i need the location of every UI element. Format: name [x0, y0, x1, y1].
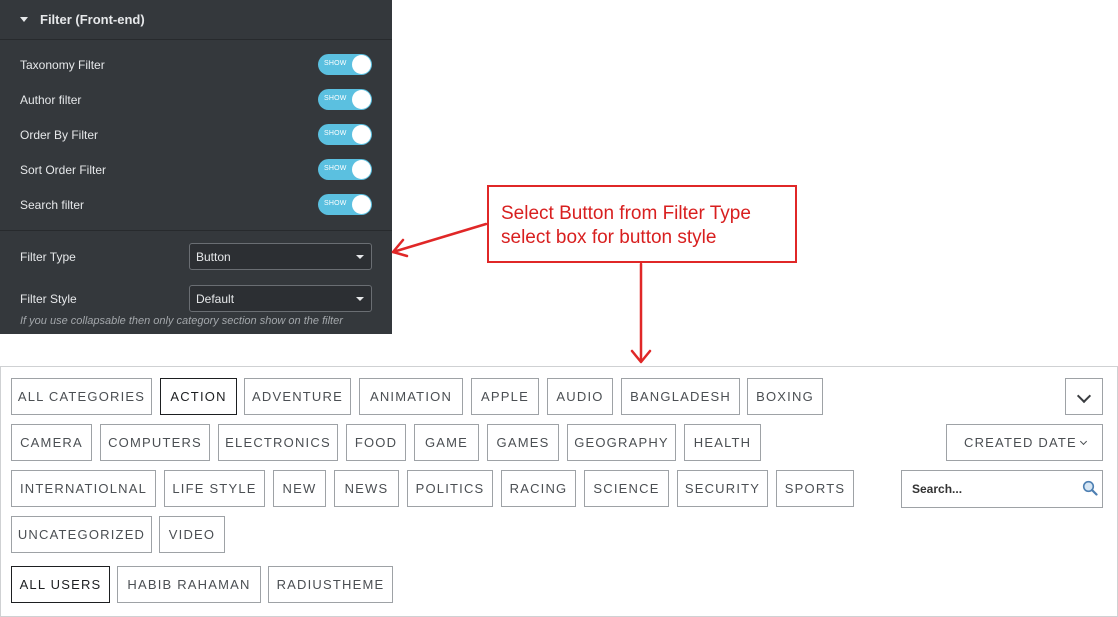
filter-type-select[interactable]: Button: [189, 243, 372, 270]
category-button-adventure[interactable]: ADVENTURE: [244, 378, 351, 415]
category-button-food[interactable]: FOOD: [346, 424, 406, 461]
filter-style-value: Default: [196, 292, 235, 306]
category-button-life-style[interactable]: LIFE STYLE: [164, 470, 265, 507]
switch-knob: [352, 195, 371, 214]
caret-down-icon: [1079, 437, 1088, 446]
category-button-video[interactable]: VIDEO: [159, 516, 225, 553]
category-button-all-categories[interactable]: ALL CATEGORIES: [11, 378, 152, 415]
category-button-racing[interactable]: RACING: [501, 470, 576, 507]
annotation-line-1: Select Button from Filter Type: [501, 203, 751, 224]
switch-state: SHOW: [324, 165, 347, 172]
filter-style-select[interactable]: Default: [189, 285, 372, 312]
filter-settings-panel: Filter (Front-end) Taxonomy Filter SHOW …: [0, 0, 392, 334]
category-button-sports[interactable]: SPORTS: [776, 470, 854, 507]
switch-knob: [352, 125, 371, 144]
order-by-value: CREATED DATE: [964, 435, 1077, 450]
switch-state: SHOW: [324, 95, 347, 102]
annotation-line-2: select box for button style: [501, 227, 717, 248]
switch-knob: [352, 160, 371, 179]
dropdown-arrow-icon: [356, 255, 364, 259]
category-button-apple[interactable]: APPLE: [471, 378, 539, 415]
category-button-boxing[interactable]: BOXING: [747, 378, 823, 415]
author-filter-label: Author filter: [20, 93, 82, 107]
filter-type-label: Filter Type: [20, 250, 76, 264]
filter-style-label: Filter Style: [20, 292, 77, 306]
category-button-camera[interactable]: CAMERA: [11, 424, 92, 461]
search-filter-label: Search filter: [20, 198, 85, 212]
collapse-toggle-button[interactable]: [1065, 378, 1103, 415]
search-filter-switch[interactable]: SHOW: [318, 194, 372, 215]
author-filter-switch[interactable]: SHOW: [318, 89, 372, 110]
author-button-radiustheme[interactable]: RADIUSTHEME: [268, 566, 393, 603]
search-input[interactable]: [912, 480, 1072, 498]
filter-style-help-text: If you use collapsable then only categor…: [20, 315, 343, 327]
order-by-dropdown[interactable]: CREATED DATE: [946, 424, 1103, 461]
author-button-all-users[interactable]: ALL USERS: [11, 566, 110, 603]
category-button-internatiolnal[interactable]: INTERNATIOLNAL: [11, 470, 156, 507]
category-button-news[interactable]: NEWS: [334, 470, 399, 507]
search-icon[interactable]: [1082, 480, 1098, 496]
category-button-game[interactable]: GAME: [414, 424, 479, 461]
arrow-head-down: [630, 349, 652, 364]
category-button-security[interactable]: SECURITY: [677, 470, 768, 507]
category-button-geography[interactable]: GEOGRAPHY: [567, 424, 676, 461]
caret-down-icon: [20, 17, 28, 22]
category-button-audio[interactable]: AUDIO: [547, 378, 613, 415]
order-by-filter-label: Order By Filter: [20, 128, 99, 142]
switch-state: SHOW: [324, 130, 347, 137]
category-button-electronics[interactable]: ELECTRONICS: [218, 424, 338, 461]
category-button-science[interactable]: SCIENCE: [584, 470, 669, 507]
category-button-games[interactable]: GAMES: [487, 424, 559, 461]
category-button-uncategorized[interactable]: UNCATEGORIZED: [11, 516, 152, 553]
order-by-filter-switch[interactable]: SHOW: [318, 124, 372, 145]
filter-type-value: Button: [196, 250, 231, 264]
arrow-to-filter-type: [391, 222, 488, 254]
section-header[interactable]: Filter (Front-end): [0, 0, 392, 40]
author-button-habib-rahaman[interactable]: HABIB RAHAMAN: [117, 566, 261, 603]
taxonomy-filter-switch[interactable]: SHOW: [318, 54, 372, 75]
search-box: [901, 470, 1103, 508]
arrow-head-left: [391, 238, 409, 258]
switch-state: SHOW: [324, 200, 347, 207]
dropdown-arrow-icon: [356, 297, 364, 301]
taxonomy-filter-label: Taxonomy Filter: [20, 58, 105, 72]
section-title: Filter (Front-end): [40, 12, 145, 27]
category-button-new[interactable]: NEW: [273, 470, 326, 507]
category-button-health[interactable]: HEALTH: [684, 424, 761, 461]
sort-order-filter-label: Sort Order Filter: [20, 163, 107, 177]
category-button-politics[interactable]: POLITICS: [407, 470, 493, 507]
category-button-bangladesh[interactable]: BANGLADESH: [621, 378, 740, 415]
switch-state: SHOW: [324, 60, 347, 67]
sort-order-filter-switch[interactable]: SHOW: [318, 159, 372, 180]
divider: [0, 230, 392, 231]
category-button-animation[interactable]: ANIMATION: [359, 378, 463, 415]
switch-knob: [352, 90, 371, 109]
switch-knob: [352, 55, 371, 74]
chevron-down-icon: [1076, 388, 1092, 404]
category-button-action[interactable]: ACTION: [160, 378, 237, 415]
category-button-computers[interactable]: COMPUTERS: [100, 424, 210, 461]
annotation-callout: Select Button from Filter Type select bo…: [487, 185, 797, 263]
